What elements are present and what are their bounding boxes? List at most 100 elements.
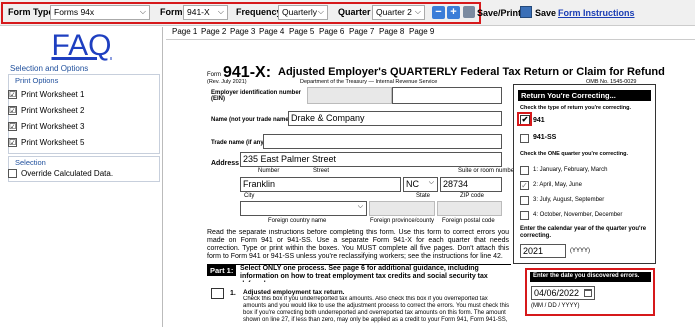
tab-page-4[interactable]: Page 4 xyxy=(259,27,284,36)
quarter-1-label: 1: January, February, March xyxy=(533,167,608,173)
chevron-down-icon: ⌵ xyxy=(317,7,324,16)
date-discovered-title: Enter the date you discovered errors. xyxy=(530,272,651,282)
tab-page-2[interactable]: Page 2 xyxy=(201,27,226,36)
street-label: Street xyxy=(313,168,330,174)
check-quarter-text: Check the ONE quarter you're correcting. xyxy=(520,151,628,157)
printer-icon[interactable] xyxy=(463,6,475,18)
foreign-postal-label: Foreign postal code xyxy=(442,218,495,224)
print-worksheet-1-checkbox[interactable]: ☑ Print Worksheet 1 xyxy=(8,90,84,99)
name-label: Name (not your trade name) xyxy=(211,117,291,123)
line1-number: 1. xyxy=(230,290,236,297)
left-panel: FAQ Selection and Options Print Options … xyxy=(0,27,163,327)
zip-field[interactable]: 28734 xyxy=(440,177,502,192)
zoom-out-button[interactable]: − xyxy=(432,6,445,19)
checkbox-checked-icon[interactable]: ☑ xyxy=(8,106,17,115)
foreign-country-select[interactable]: ⌵ xyxy=(240,201,367,216)
state-select[interactable]: NC ⌵ xyxy=(403,177,438,192)
option-941ss-label: 941-SS xyxy=(533,134,557,141)
correcting-box-highlight xyxy=(517,112,532,126)
city-field[interactable]: Franklin xyxy=(240,177,401,192)
chevron-down-icon: ⌵ xyxy=(428,179,434,186)
date-discovered-field[interactable]: 04/06/2022 xyxy=(531,286,595,300)
form-dept: Department of the Treasury — Internal Re… xyxy=(300,79,438,85)
foreign-province-label: Foreign province/county xyxy=(370,218,435,224)
check-type-text: Check the type of return you're correcti… xyxy=(520,105,632,111)
trade-name-label: Trade name (if any) xyxy=(211,140,266,146)
form-select[interactable]: 941-X ⌵ xyxy=(183,5,228,20)
calendar-icon[interactable] xyxy=(584,289,592,297)
frequency-select[interactable]: Quarterly ⌵ xyxy=(278,5,328,20)
tab-page-1[interactable]: Page 1 xyxy=(172,27,197,36)
selection-title: Selection xyxy=(15,158,46,167)
ein-field[interactable] xyxy=(307,87,392,104)
correcting-title: Return You're Correcting... xyxy=(518,90,651,101)
form-instructions-link[interactable]: Form Instructions xyxy=(558,8,635,18)
form-label: Form xyxy=(160,7,183,17)
quarter-label: Quarter xyxy=(338,7,371,17)
faq-link[interactable]: FAQ xyxy=(0,29,163,63)
number-label: Number xyxy=(258,168,280,174)
foreign-province-field[interactable] xyxy=(369,201,435,216)
line1-bold: Adjusted employment tax return. xyxy=(243,289,345,296)
tab-underline xyxy=(166,39,695,40)
ein-label: Employer identification number (EIN) xyxy=(211,90,302,102)
chevron-down-icon: ⌵ xyxy=(139,7,146,16)
foreign-postal-field[interactable] xyxy=(437,201,502,216)
tab-page-3[interactable]: Page 3 xyxy=(230,27,255,36)
ein-field-2[interactable] xyxy=(392,87,502,104)
street-field[interactable]: 235 East Palmer Street xyxy=(240,152,502,167)
quarter-3-label: 3: July, August, September xyxy=(533,197,605,203)
override-calculated-checkbox[interactable]: Override Calculated Data. xyxy=(8,169,113,178)
tab-page-5[interactable]: Page 5 xyxy=(289,27,314,36)
print-worksheet-2-checkbox[interactable]: ☑ Print Worksheet 2 xyxy=(8,106,84,115)
trade-name-field[interactable] xyxy=(263,134,502,149)
form-instructions-text: Read the separate instructions before co… xyxy=(207,229,509,260)
form-title: Adjusted Employer's QUARTERLY Federal Ta… xyxy=(278,66,665,78)
line1-checkbox[interactable] xyxy=(211,288,224,299)
tab-page-7[interactable]: Page 7 xyxy=(349,27,374,36)
city-label: City xyxy=(244,193,255,199)
line1-text: Check this box if you underreported tax … xyxy=(243,296,510,323)
frequency-label: Frequency xyxy=(236,7,282,17)
form-type-select[interactable]: Forms 94x ⌵ xyxy=(50,5,150,20)
part1-text: Select ONLY one process. See page 6 for … xyxy=(240,265,488,282)
floppy-disk-icon[interactable] xyxy=(520,6,532,18)
form-rev: (Rev. July 2021) xyxy=(207,79,247,85)
zip-label: ZIP code xyxy=(460,193,484,199)
option-941ss-checkbox[interactable] xyxy=(520,134,529,143)
correcting-box: Return You're Correcting... Check the ty… xyxy=(513,84,656,264)
chevron-down-icon: ⌵ xyxy=(217,7,224,16)
quarter-select[interactable]: Quarter 2 ⌵ xyxy=(372,5,425,20)
print-worksheet-5-checkbox[interactable]: ☑ Print Worksheet 5 xyxy=(8,138,84,147)
print-options-title: Print Options xyxy=(15,76,59,85)
zoom-in-button[interactable]: + xyxy=(447,6,460,19)
year-field[interactable]: 2021 xyxy=(520,244,566,258)
date-discovered-hint: (MM / DD / YYYY) xyxy=(531,303,580,309)
address-label: Address xyxy=(211,160,240,167)
quarter-3-checkbox[interactable] xyxy=(520,196,529,205)
print-worksheet-3-checkbox[interactable]: ☑ Print Worksheet 3 xyxy=(8,122,84,131)
save-button[interactable]: Save xyxy=(535,8,556,18)
checkbox-checked-icon[interactable]: ☑ xyxy=(8,138,17,147)
foreign-country-label: Foreign country name xyxy=(268,218,327,224)
form-type-label: Form Type xyxy=(8,7,54,17)
tab-page-6[interactable]: Page 6 xyxy=(319,27,344,36)
year-label: Enter the calendar year of the quarter y… xyxy=(520,226,647,239)
checkbox-unchecked-icon[interactable] xyxy=(8,169,17,178)
tab-page-8[interactable]: Page 8 xyxy=(379,27,404,36)
quarter-4-label: 4: October, November, December xyxy=(533,212,623,218)
quarter-4-checkbox[interactable] xyxy=(520,211,529,220)
quarter-1-checkbox[interactable] xyxy=(520,166,529,175)
quarter-2-checkbox[interactable]: ✓ xyxy=(520,181,529,190)
selection-options-title: Selection and Options xyxy=(10,64,89,73)
name-field[interactable]: Drake & Company xyxy=(288,111,502,126)
top-toolbar: Form Type Forms 94x ⌵ Form 941-X ⌵ Frequen… xyxy=(0,0,695,26)
quarter-2-label: 2: April, May, June xyxy=(533,182,582,188)
chevron-down-icon: ⌵ xyxy=(357,203,363,210)
suite-label: Suite or room number xyxy=(458,168,517,174)
save-print-button[interactable]: Save/Print xyxy=(477,8,521,18)
tab-page-9[interactable]: Page 9 xyxy=(409,27,434,36)
checkbox-checked-icon[interactable]: ☑ xyxy=(8,122,17,131)
state-label: State xyxy=(416,193,431,199)
checkbox-checked-icon[interactable]: ☑ xyxy=(8,90,17,99)
